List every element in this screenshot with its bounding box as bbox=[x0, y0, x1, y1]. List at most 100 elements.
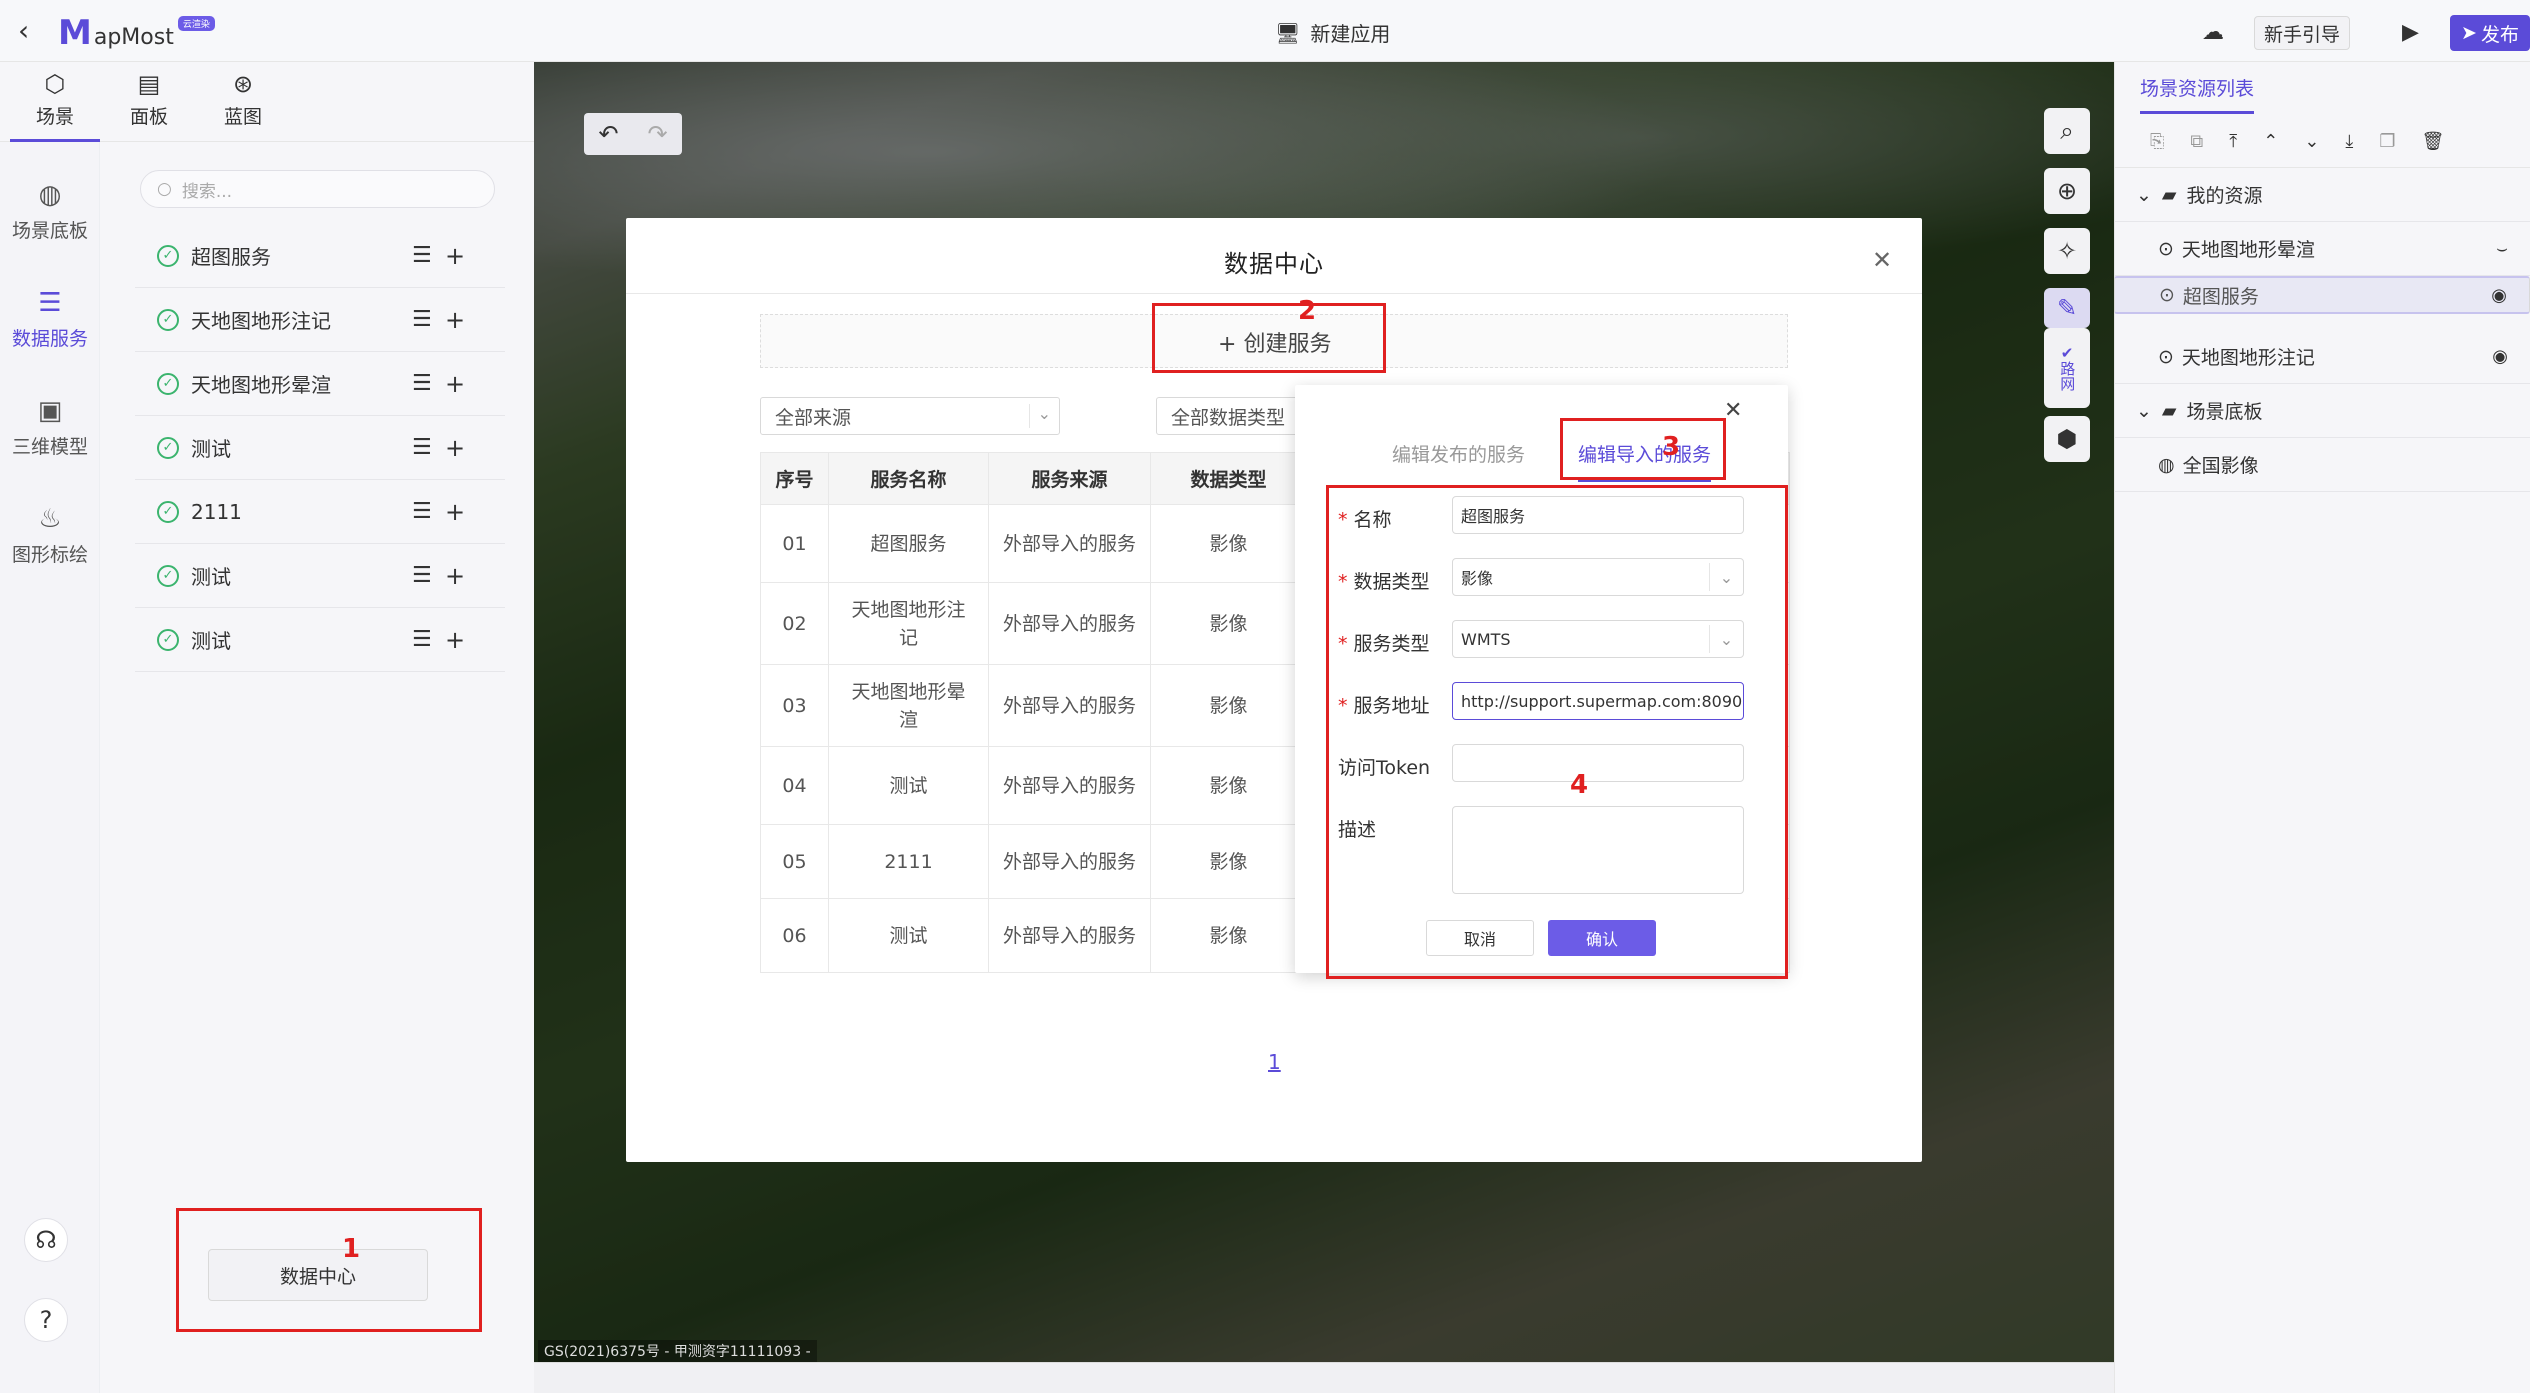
service-item[interactable]: ✓ 测试 ☰ + bbox=[135, 416, 505, 480]
support-icon[interactable]: ☊ bbox=[24, 1218, 68, 1262]
nav-drawing-label: 图形标绘 bbox=[11, 544, 88, 566]
logo-text: apMost bbox=[93, 24, 174, 50]
group-icon[interactable]: ⧉ bbox=[2190, 131, 2203, 152]
add-icon[interactable]: + bbox=[445, 626, 465, 654]
cell-source: 外部导入的服务 bbox=[988, 824, 1151, 899]
list-icon[interactable]: ☰ bbox=[412, 563, 432, 588]
tree-item-selected[interactable]: ⊙ 超图服务 ◉ bbox=[2114, 276, 2530, 314]
eye-hidden-icon[interactable]: ⌣ bbox=[2496, 238, 2508, 259]
cell-index: 02 bbox=[760, 582, 829, 665]
list-icon[interactable]: ☰ bbox=[412, 371, 432, 396]
service-name: 测试 bbox=[191, 437, 231, 461]
service-item[interactable]: ✓ 超图服务 ☰ + bbox=[135, 224, 505, 288]
list-icon[interactable]: ☰ bbox=[412, 627, 432, 652]
database-icon: ☰ bbox=[38, 288, 62, 318]
undo-icon[interactable]: ↶ bbox=[584, 120, 633, 148]
highlight-box-4 bbox=[1326, 485, 1788, 979]
top-bar: ‹ M apMost 云渲染 🖥 新建应用 ☁ 新手引导 ▶ ➤ 发布 bbox=[0, 0, 2530, 62]
guide-button[interactable]: 新手引导 bbox=[2254, 16, 2350, 50]
eye-icon[interactable]: ◉ bbox=[2491, 285, 2507, 306]
redo-icon[interactable]: ↷ bbox=[633, 120, 682, 148]
cloud-sync-icon[interactable]: ☁ bbox=[2202, 20, 2224, 45]
tree-item[interactable]: ◍ 全国影像 bbox=[2114, 438, 2530, 492]
col-header: 序号 bbox=[760, 452, 829, 505]
add-icon[interactable]: + bbox=[445, 306, 465, 334]
locate-icon[interactable]: ⊕ bbox=[2044, 168, 2090, 214]
nav-scene-base[interactable]: ◍ 场景底板 bbox=[0, 180, 100, 243]
add-icon[interactable]: + bbox=[445, 498, 465, 526]
box-icon[interactable]: ⬢ bbox=[2044, 416, 2090, 462]
cell-source: 外部导入的服务 bbox=[988, 582, 1151, 665]
publish-button[interactable]: ➤ 发布 bbox=[2450, 15, 2530, 51]
resource-list-title[interactable]: 场景资源列表 bbox=[2140, 74, 2255, 114]
add-icon[interactable]: + bbox=[445, 562, 465, 590]
move-up-icon[interactable]: ⌃ bbox=[2263, 131, 2278, 152]
add-icon[interactable]: + bbox=[445, 242, 465, 270]
logo-mark: M bbox=[58, 13, 92, 53]
tab-panel[interactable]: ▤ 面板 bbox=[104, 70, 194, 129]
road-net-toggle[interactable]: ✔ 路网 bbox=[2044, 328, 2090, 408]
cell-name: 2111 bbox=[828, 824, 989, 899]
highlight-box-3 bbox=[1560, 418, 1726, 480]
move-bottom-icon[interactable]: ⤓ bbox=[2345, 131, 2353, 152]
tab-scene-label: 场景 bbox=[35, 106, 74, 128]
delete-icon[interactable]: 🗑 bbox=[2422, 131, 2445, 152]
eye-icon[interactable]: ◉ bbox=[2492, 346, 2508, 367]
tab-blueprint[interactable]: ⊛ 蓝图 bbox=[198, 70, 288, 129]
cell-index: 03 bbox=[760, 664, 829, 747]
tree-item[interactable]: ⊙ 天地图地形晕渲 ⌣ bbox=[2114, 222, 2530, 276]
cell-name: 超图服务 bbox=[828, 504, 989, 583]
measure-icon[interactable]: ✎ bbox=[2044, 288, 2090, 328]
road-net-label: 路网 bbox=[2058, 361, 2077, 392]
tree-folder-scene-base[interactable]: ⌄ ▰ 场景底板 bbox=[2114, 384, 2530, 438]
list-icon[interactable]: ☰ bbox=[412, 307, 432, 332]
magic-icon[interactable]: ✧ bbox=[2044, 228, 2090, 274]
cell-type: 影像 bbox=[1150, 582, 1307, 665]
close-icon[interactable]: ✕ bbox=[1872, 246, 1892, 274]
nav-data-service[interactable]: ☰ 数据服务 bbox=[0, 288, 100, 351]
modal-divider bbox=[626, 293, 1922, 294]
tree-item[interactable]: ⊙ 天地图地形注记 ◉ bbox=[2114, 330, 2530, 384]
move-top-icon[interactable]: ⤒ bbox=[2229, 131, 2237, 152]
service-item[interactable]: ✓ 天地图地形注记 ☰ + bbox=[135, 288, 505, 352]
cell-type: 影像 bbox=[1150, 664, 1307, 747]
list-icon[interactable]: ☰ bbox=[412, 499, 432, 524]
source-filter-select[interactable]: 全部来源 ⌄ bbox=[760, 397, 1060, 435]
list-icon[interactable]: ☰ bbox=[412, 435, 432, 460]
page-number[interactable]: 1 bbox=[1268, 1050, 1281, 1074]
resource-toolbar: ⎘ ⧉ ⤒ ⌃ ⌄ ⤓ ❐ 🗑 bbox=[2114, 116, 2530, 168]
duplicate-icon[interactable]: ❐ bbox=[2379, 131, 2395, 152]
highlight-box-1 bbox=[176, 1208, 482, 1332]
nav-drawing[interactable]: ♨ 图形标绘 bbox=[0, 504, 100, 567]
tab-scene[interactable]: ⬡ 场景 bbox=[10, 70, 100, 142]
copy-icon[interactable]: ⎘ bbox=[2150, 131, 2164, 152]
service-item[interactable]: ✓ 测试 ☰ + bbox=[135, 608, 505, 672]
help-icon[interactable]: ? bbox=[24, 1298, 68, 1342]
col-header: 服务名称 bbox=[828, 452, 989, 505]
dialog-close-icon[interactable]: ✕ bbox=[1724, 398, 1742, 423]
service-item[interactable]: ✓ 2111 ☰ + bbox=[135, 480, 505, 544]
nav-3d-model[interactable]: ▣ 三维模型 bbox=[0, 396, 100, 459]
add-icon[interactable]: + bbox=[445, 370, 465, 398]
blueprint-icon: ⊛ bbox=[232, 70, 254, 98]
tree-folder-my-resources[interactable]: ⌄ ▰ 我的资源 bbox=[2114, 168, 2530, 222]
tab-panel-label: 面板 bbox=[129, 106, 168, 128]
search-input[interactable]: ○ 搜索... bbox=[140, 170, 495, 208]
list-icon[interactable]: ☰ bbox=[412, 243, 432, 268]
cell-name: 测试 bbox=[828, 898, 989, 973]
map-copyright: GS(2021)6375号 - 甲测资字11111093 - bbox=[538, 1340, 817, 1362]
service-item[interactable]: ✓ 天地图地形晕渲 ☰ + bbox=[135, 352, 505, 416]
move-down-icon[interactable]: ⌄ bbox=[2304, 131, 2319, 152]
annotation-3: 3 bbox=[1662, 432, 1681, 462]
type-filter-select[interactable]: 全部数据类型 bbox=[1156, 397, 1298, 435]
map-search-icon[interactable]: ⌕ bbox=[2044, 108, 2090, 154]
folder-icon: ▰ bbox=[2161, 399, 2177, 422]
add-icon[interactable]: + bbox=[445, 434, 465, 462]
layer-icon: ⊙ bbox=[2159, 284, 2175, 306]
check-icon: ✓ bbox=[157, 308, 179, 331]
back-icon[interactable]: ‹ bbox=[18, 14, 29, 47]
service-item[interactable]: ✓ 测试 ☰ + bbox=[135, 544, 505, 608]
tab-blueprint-label: 蓝图 bbox=[223, 106, 262, 128]
preview-icon[interactable]: ▶ bbox=[2402, 20, 2419, 45]
tab-edit-published[interactable]: 编辑发布的服务 bbox=[1392, 440, 1525, 467]
